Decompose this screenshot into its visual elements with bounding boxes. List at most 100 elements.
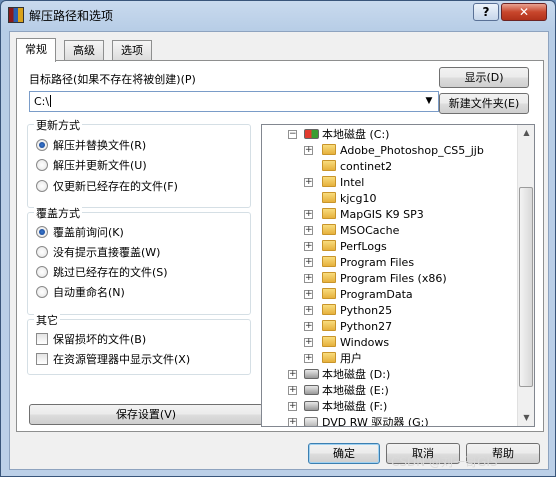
folder-icon [322, 352, 336, 363]
expand-icon[interactable]: + [304, 354, 313, 363]
option-label: 解压并替换文件(R) [53, 139, 147, 152]
folder-icon [322, 304, 336, 315]
extract-dialog: 解压路径和选项 ? ✕ 常规 高级 选项 目标路径(如果不存在将被创建)(P) … [0, 0, 556, 477]
expand-icon[interactable]: + [288, 402, 297, 411]
radio-extract-replace[interactable]: 解压并替换文件(R) [36, 138, 146, 154]
tab-general[interactable]: 常规 [16, 38, 56, 62]
tree-drive[interactable]: + 本地磁盘 (F:) [266, 399, 387, 415]
tree-label: 用户 [340, 352, 362, 365]
tree-drive[interactable]: + 本地磁盘 (D:) [266, 367, 390, 383]
expand-icon[interactable]: + [304, 322, 313, 331]
scroll-thumb[interactable] [519, 187, 533, 387]
tree-label: Program Files (x86) [340, 272, 447, 285]
scroll-up-icon[interactable]: ▲ [519, 125, 534, 141]
scroll-down-icon[interactable]: ▼ [519, 410, 534, 426]
tree-drive[interactable]: + DVD RW 驱动器 (G:) [266, 415, 429, 427]
title-bar[interactable]: 解压路径和选项 ? ✕ [1, 1, 555, 29]
tree-label: Python27 [340, 320, 393, 333]
expand-icon[interactable]: + [304, 242, 313, 251]
text-caret [50, 95, 52, 107]
check-show-in-explorer[interactable]: 在资源管理器中显示文件(X) [36, 352, 190, 368]
tree-folder[interactable]: kjcg10 [266, 191, 376, 207]
tree-folder[interactable]: + 用户 [266, 351, 362, 367]
close-button[interactable]: ✕ [501, 3, 547, 21]
radio-auto-rename[interactable]: 自动重命名(N) [36, 285, 125, 301]
folder-icon [322, 288, 336, 299]
tree-folder[interactable]: + Program Files [266, 255, 414, 271]
expand-icon[interactable]: + [304, 178, 313, 187]
radio-unchecked-icon [36, 159, 48, 171]
expand-icon[interactable]: + [288, 418, 297, 426]
radio-unchecked-icon [36, 286, 48, 298]
checkbox-unchecked-icon [36, 333, 48, 345]
tree-label: DVD RW 驱动器 (G:) [322, 416, 429, 427]
tree-folder[interactable]: + Program Files (x86) [266, 271, 447, 287]
collapse-icon[interactable]: − [288, 130, 297, 139]
expand-icon[interactable]: + [304, 274, 313, 283]
tree-folder[interactable]: + Python25 [266, 303, 392, 319]
tree-folder[interactable]: + MapGIS K9 SP3 [266, 207, 424, 223]
folder-icon [322, 144, 336, 155]
expand-icon[interactable]: + [304, 306, 313, 315]
target-path-value[interactable]: C:\ [34, 95, 52, 108]
show-button[interactable]: 显示(D) [439, 67, 529, 88]
target-path-combo[interactable]: C:\ ▼ [29, 91, 439, 112]
tree-folder[interactable]: + Intel [266, 175, 364, 191]
radio-checked-icon [36, 226, 48, 238]
tab-options[interactable]: 选项 [112, 40, 152, 60]
tree-drive-c[interactable]: − 本地磁盘 (C:) [266, 127, 389, 143]
dvd-drive-icon [304, 417, 318, 426]
radio-skip-existing[interactable]: 跳过已经存在的文件(S) [36, 265, 168, 281]
option-label: 仅更新已经存在的文件(F) [53, 180, 178, 193]
general-panel: 目标路径(如果不存在将被创建)(P) C:\ ▼ 显示(D) 新建文件夹(E) … [16, 60, 544, 432]
tree-folder[interactable]: + Adobe_Photoshop_CS5_jjb [266, 143, 484, 159]
misc-group: 其它 保留损坏的文件(B) 在资源管理器中显示文件(X) [27, 312, 251, 375]
dropdown-arrow-icon[interactable]: ▼ [421, 93, 437, 110]
tree-folder[interactable]: + Python27 [266, 319, 392, 335]
tree-folder[interactable]: + Windows [266, 335, 389, 351]
tree-folder[interactable]: continet2 [266, 159, 392, 175]
tree-label: MapGIS K9 SP3 [340, 208, 424, 221]
radio-unchecked-icon [36, 180, 48, 192]
save-settings-button[interactable]: 保存设置(V) [29, 404, 263, 425]
hard-drive-icon [304, 385, 319, 395]
hard-drive-icon [304, 369, 319, 379]
tree-label: kjcg10 [340, 192, 377, 205]
radio-overwrite-without-prompt[interactable]: 没有提示直接覆盖(W) [36, 245, 160, 261]
tree-label: ProgramData [340, 288, 413, 301]
radio-freshen-existing[interactable]: 仅更新已经存在的文件(F) [36, 179, 178, 195]
option-label: 没有提示直接覆盖(W) [53, 246, 161, 259]
radio-extract-update[interactable]: 解压并更新文件(U) [36, 158, 147, 174]
radio-ask-before-overwrite[interactable]: 覆盖前询问(K) [36, 225, 124, 241]
new-folder-button[interactable]: 新建文件夹(E) [439, 93, 529, 114]
expand-icon[interactable]: + [288, 370, 297, 379]
tree-drive[interactable]: + 本地磁盘 (E:) [266, 383, 389, 399]
overwrite-mode-group: 覆盖方式 覆盖前询问(K) 没有提示直接覆盖(W) 跳过已经存在的文件(S) 自… [27, 205, 251, 315]
expand-icon[interactable]: + [304, 226, 313, 235]
tree-folder[interactable]: + MSOCache [266, 223, 399, 239]
system-drive-icon [304, 129, 319, 139]
tree-label: Program Files [340, 256, 415, 269]
help-title-button[interactable]: ? [473, 3, 499, 21]
update-mode-title: 更新方式 [34, 117, 82, 133]
folder-tree[interactable]: − 本地磁盘 (C:) + Adobe_Photoshop_CS5_jjb cont… [261, 124, 535, 427]
tree-label: 本地磁盘 (E:) [322, 384, 389, 397]
window-title: 解压路径和选项 [29, 9, 114, 23]
folder-icon [322, 256, 336, 267]
expand-icon[interactable]: + [304, 258, 313, 267]
expand-icon[interactable]: + [304, 146, 313, 155]
tree-scrollbar[interactable]: ▲ ▼ [517, 125, 534, 426]
expand-icon[interactable]: + [304, 338, 313, 347]
option-label: 保留损坏的文件(B) [53, 333, 147, 346]
ok-button[interactable]: 确定 [308, 443, 380, 464]
expand-icon[interactable]: + [304, 290, 313, 299]
winrar-app-icon [8, 7, 24, 23]
tree-label: 本地磁盘 (D:) [322, 368, 391, 381]
tree-folder[interactable]: + PerfLogs [266, 239, 387, 255]
tab-advanced[interactable]: 高级 [64, 40, 104, 60]
expand-icon[interactable]: + [304, 210, 313, 219]
expand-icon[interactable]: + [288, 386, 297, 395]
option-label: 在资源管理器中显示文件(X) [53, 353, 191, 366]
check-keep-broken[interactable]: 保留损坏的文件(B) [36, 332, 146, 348]
tree-folder[interactable]: + ProgramData [266, 287, 413, 303]
